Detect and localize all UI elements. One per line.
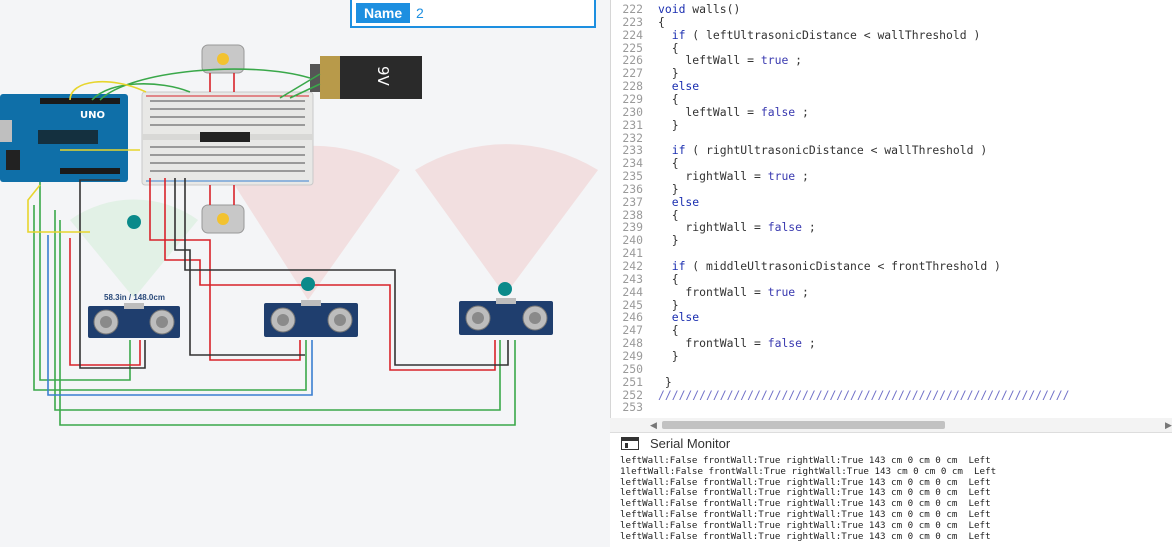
line-number: 224 [622, 27, 643, 42]
line-number: 231 [622, 117, 643, 132]
name-label: Name [356, 3, 411, 23]
code-line[interactable]: 223{ [611, 14, 664, 29]
ultrasonic-sensor-right[interactable] [459, 298, 553, 335]
line-number: 223 [622, 14, 643, 29]
line-number: 249 [622, 348, 643, 363]
serial-monitor-title: Serial Monitor [650, 436, 731, 451]
code-token: } [658, 233, 679, 248]
serial-line: 1leftWall:False frontWall:True rightWall… [620, 465, 997, 477]
code-text: if ( middleUltrasonicDistance < frontThr… [643, 259, 1001, 273]
line-number: 237 [622, 194, 643, 209]
sensor-cone-left [70, 199, 198, 298]
ultrasonic-sensor-middle[interactable] [264, 300, 358, 337]
code-token: ; [795, 104, 809, 119]
code-token: ; [802, 220, 816, 235]
code-token: } [658, 117, 679, 132]
line-number: 229 [622, 91, 643, 106]
code-token: true [767, 284, 796, 299]
code-text: ////////////////////////////////////////… [643, 388, 1069, 402]
code-line[interactable]: 237 else [611, 194, 699, 209]
scroll-right-icon[interactable]: ▶ [1165, 418, 1172, 432]
circuit-drawing: 9V UNO [0, 44, 598, 426]
serial-monitor-header[interactable]: Serial Monitor [610, 432, 1172, 456]
code-line[interactable]: 249 } [611, 348, 679, 363]
code-token: } [658, 348, 679, 363]
code-token: false [767, 220, 803, 235]
line-number: 251 [622, 374, 643, 389]
code-token: true [760, 53, 789, 68]
code-text: if ( rightUltrasonicDistance < wallThres… [643, 143, 987, 157]
line-number: 250 [622, 361, 643, 376]
line-number: 244 [622, 284, 643, 299]
breadboard[interactable] [141, 91, 314, 186]
code-token: walls() [692, 2, 741, 16]
scroll-left-icon[interactable]: ◀ [650, 418, 657, 432]
code-line[interactable]: 244 frontWall = true ; [611, 284, 809, 299]
name-field[interactable]: Name 2 [350, 0, 596, 28]
code-token: false [760, 104, 796, 119]
serial-line: leftWall:False frontWall:True rightWall:… [620, 530, 991, 542]
code-line[interactable]: 252/////////////////////////////////////… [611, 388, 1069, 402]
ultrasonic-sensor-left[interactable] [88, 303, 180, 338]
code-text: if ( leftUltrasonicDistance < wallThresh… [643, 27, 981, 42]
probe-middle[interactable] [301, 277, 315, 291]
code-text: } [643, 118, 679, 132]
code-text: } [643, 349, 679, 363]
code-token: ; [802, 336, 816, 351]
code-token: ////////////////////////////////////////… [658, 387, 1070, 402]
line-number: 236 [622, 181, 643, 196]
motor-driver-chip [200, 132, 250, 142]
code-line[interactable]: 250 [611, 361, 658, 376]
serial-monitor-output[interactable]: leftWall:False frontWall:True rightWall:… [610, 455, 1172, 547]
serial-line: leftWall:False frontWall:True rightWall:… [620, 519, 991, 531]
dc-motor-bottom[interactable] [201, 204, 245, 234]
scrollbar-thumb[interactable] [662, 421, 945, 429]
code-token: ( rightUltrasonicDistance < wallThreshol… [685, 143, 988, 158]
probe-right[interactable] [498, 282, 512, 296]
code-token: ; [788, 53, 803, 68]
code-line[interactable]: 230 leftWall = false ; [611, 104, 809, 119]
code-token: ( leftUltrasonicDistance < wallThreshold… [685, 27, 981, 42]
code-token: true [767, 169, 796, 184]
line-number: 230 [622, 104, 643, 119]
battery-9v[interactable]: 9V [310, 56, 422, 99]
battery-label: 9V [374, 66, 392, 87]
arduino-label: UNO [80, 110, 105, 121]
line-number: 243 [622, 271, 643, 286]
serial-monitor-icon [621, 437, 639, 450]
circuit-canvas[interactable]: 9V UNO 58.3in / 148.0cm Name 2 [0, 0, 610, 547]
sensor-cone-right [415, 144, 598, 295]
code-token: ; [795, 284, 809, 299]
code-editor[interactable]: 222 void walls() 223{224 if ( leftUltrason… [610, 0, 1172, 418]
horizontal-scrollbar[interactable]: ◀ ▶ [610, 418, 1172, 432]
code-token: ( middleUltrasonicDistance < frontThresh… [685, 259, 1001, 273]
distance-readout: 58.3in / 148.0cm [104, 293, 165, 302]
line-number: 253 [622, 400, 643, 415]
code-token: false [767, 336, 803, 351]
code-line[interactable]: 231 } [611, 117, 679, 132]
probe-left[interactable] [127, 215, 141, 229]
code-line[interactable]: 253 [611, 401, 658, 414]
code-token: ; [795, 169, 809, 184]
name-value[interactable]: 2 [416, 3, 424, 23]
arduino-uno[interactable]: UNO [0, 94, 128, 182]
